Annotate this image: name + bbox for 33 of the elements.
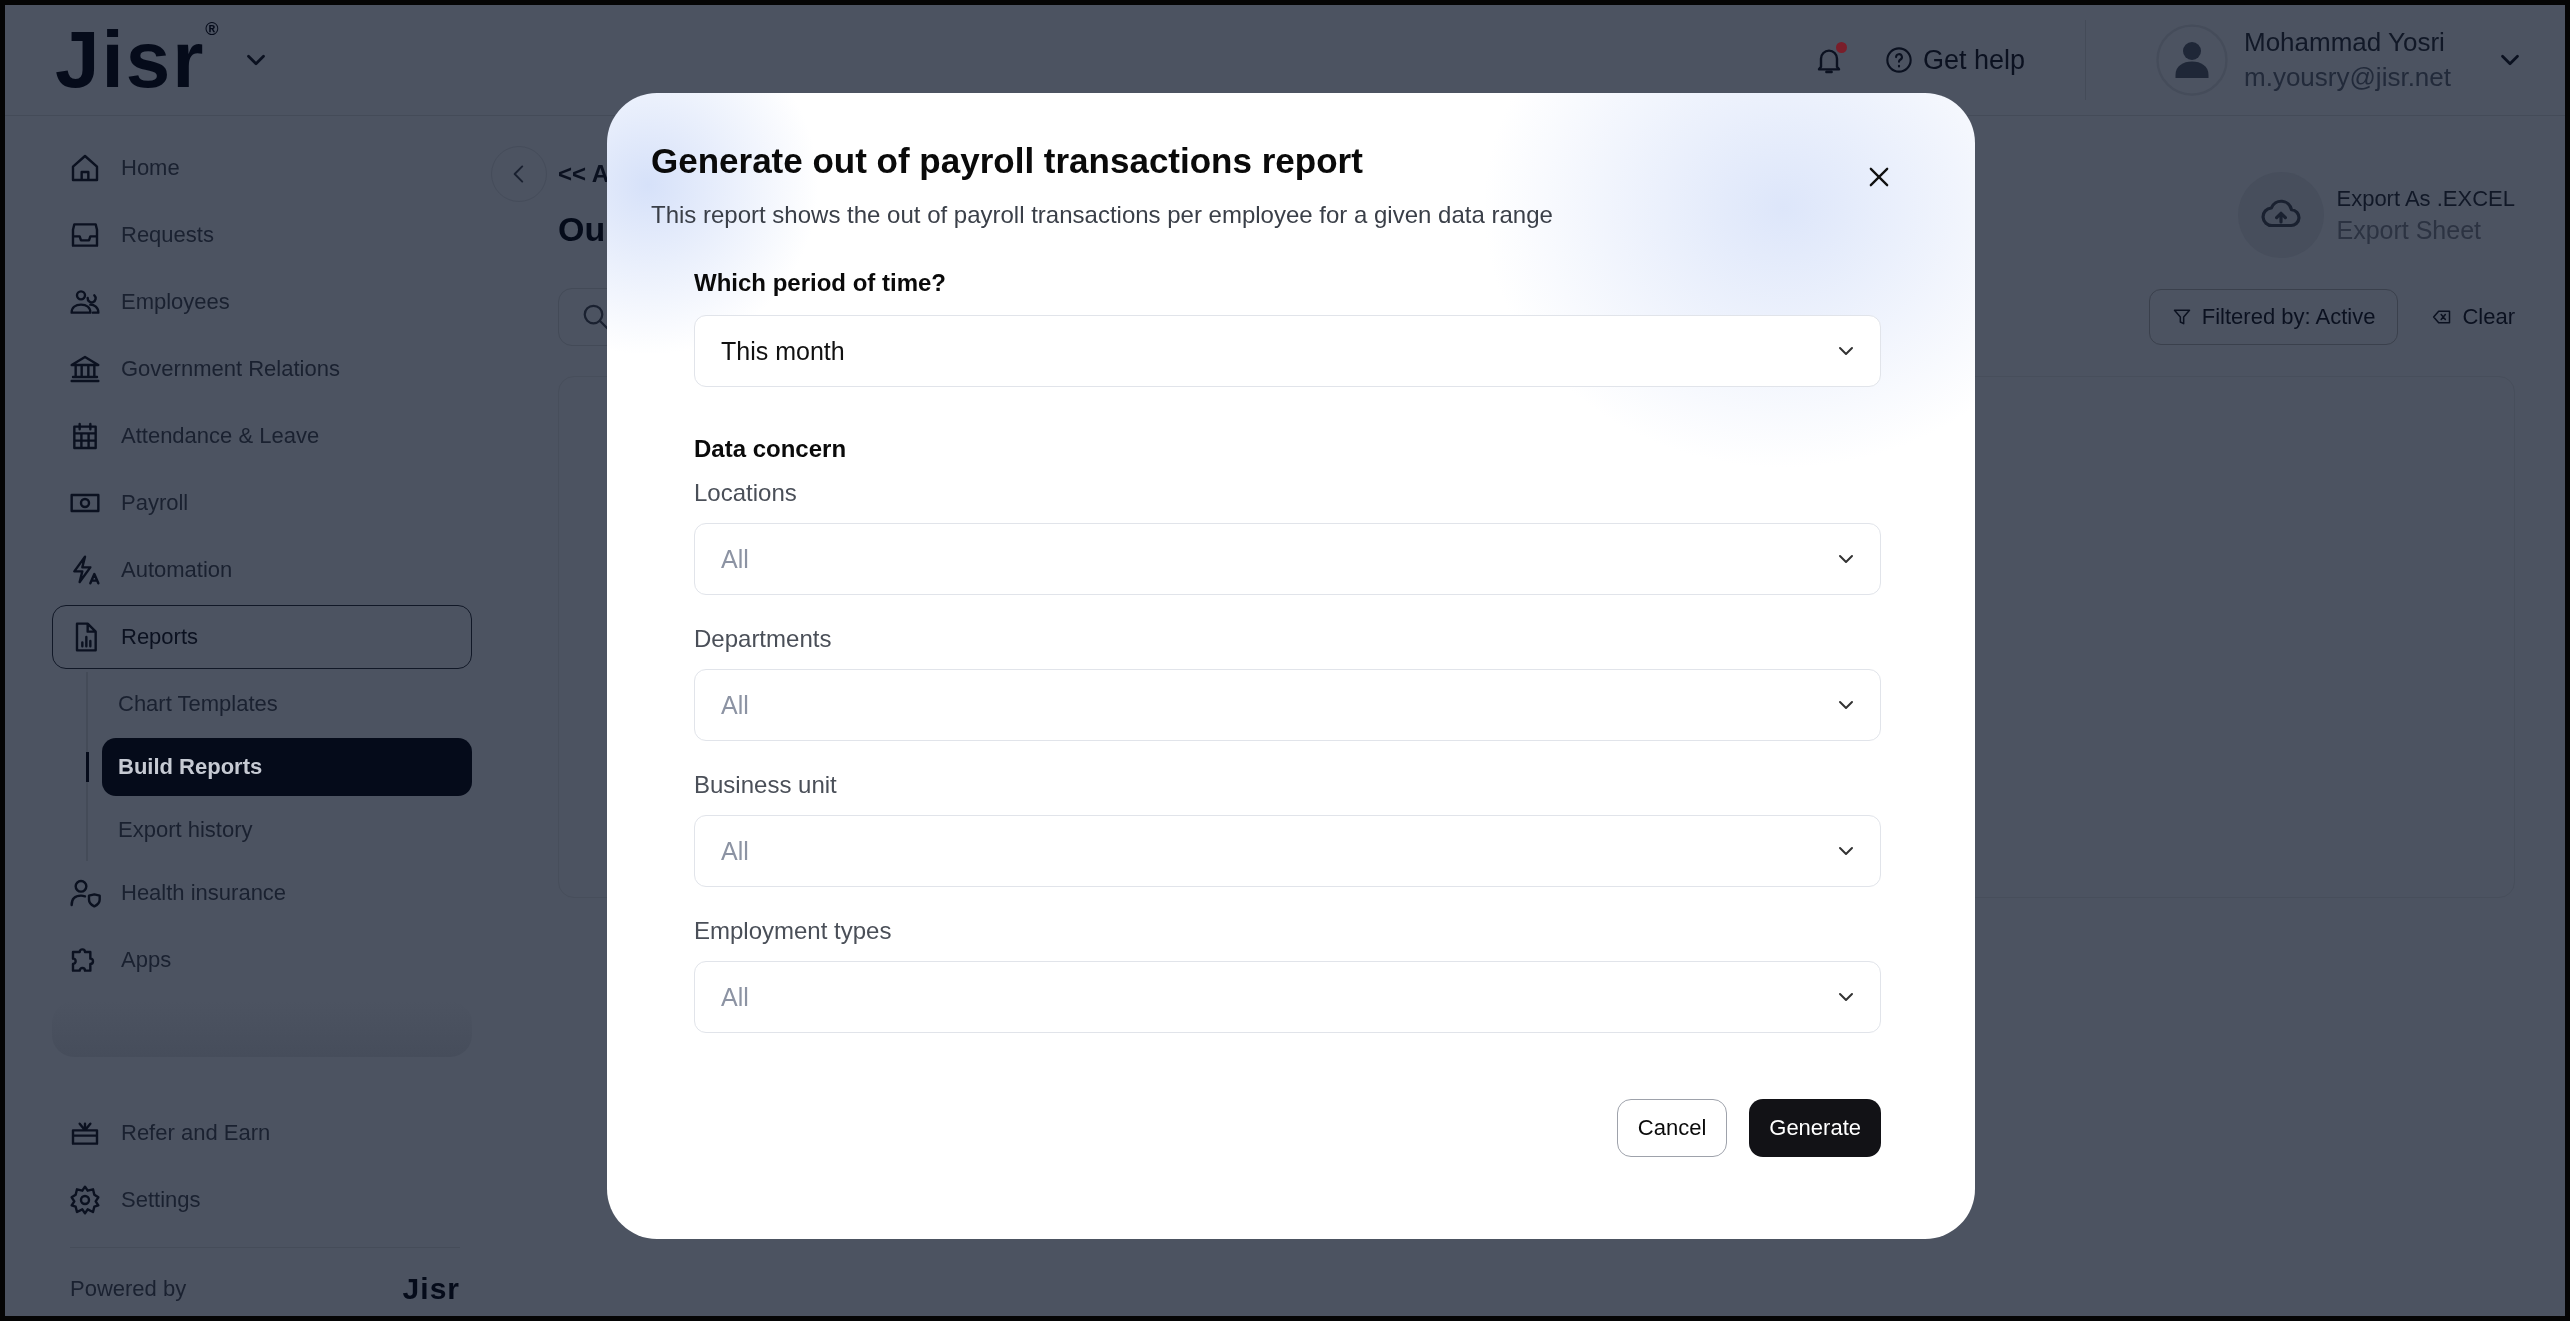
breadcrumb-link[interactable]: << A xyxy=(558,160,610,188)
generate-button[interactable]: Generate xyxy=(1749,1099,1881,1157)
filter-select[interactable]: All xyxy=(694,815,1881,887)
filter-button[interactable]: Filtered by: Active xyxy=(2148,289,2399,345)
filter-icon xyxy=(2171,307,2192,327)
field-label: Employment types xyxy=(694,917,893,945)
filter-select[interactable]: All xyxy=(694,523,1881,595)
avatar-icon[interactable] xyxy=(2156,24,2228,96)
bank-icon xyxy=(69,353,101,385)
user-name: Mohammad Yosri xyxy=(2244,27,2446,58)
logo[interactable]: Jisr$^{®}$ xyxy=(55,20,221,100)
home-icon xyxy=(69,152,101,184)
field-label: Which period of time? xyxy=(694,269,947,297)
section-heading: Data concern xyxy=(694,435,848,463)
clear-button[interactable]: Clear xyxy=(2432,304,2515,330)
field-label: Locations xyxy=(694,479,798,507)
period-select[interactable]: This month xyxy=(694,315,1881,387)
field-label: Business unit xyxy=(694,771,838,799)
backspace-icon xyxy=(2432,307,2453,327)
cancel-button[interactable]: Cancel xyxy=(1616,1099,1728,1157)
filter-select[interactable]: All xyxy=(694,961,1881,1033)
help-button[interactable]: Get help xyxy=(1884,44,2025,76)
dialog-title: Generate out of payroll transactions report xyxy=(651,141,1364,181)
sidebar-item[interactable]: Reports xyxy=(52,605,472,669)
page-title: Ou xyxy=(558,210,607,249)
person-shield-icon xyxy=(69,877,101,909)
filter-select[interactable]: All xyxy=(694,669,1881,741)
settings-icon xyxy=(69,1184,101,1216)
sidebar-subitem[interactable]: Build Reports xyxy=(102,737,472,796)
field-label: Departments xyxy=(694,625,833,653)
footer-logo: Jisr xyxy=(402,1272,460,1306)
dialog-description: This report shows the out of payroll transactions per employee for a given data range xyxy=(651,201,1553,229)
help-icon xyxy=(1884,46,1913,74)
